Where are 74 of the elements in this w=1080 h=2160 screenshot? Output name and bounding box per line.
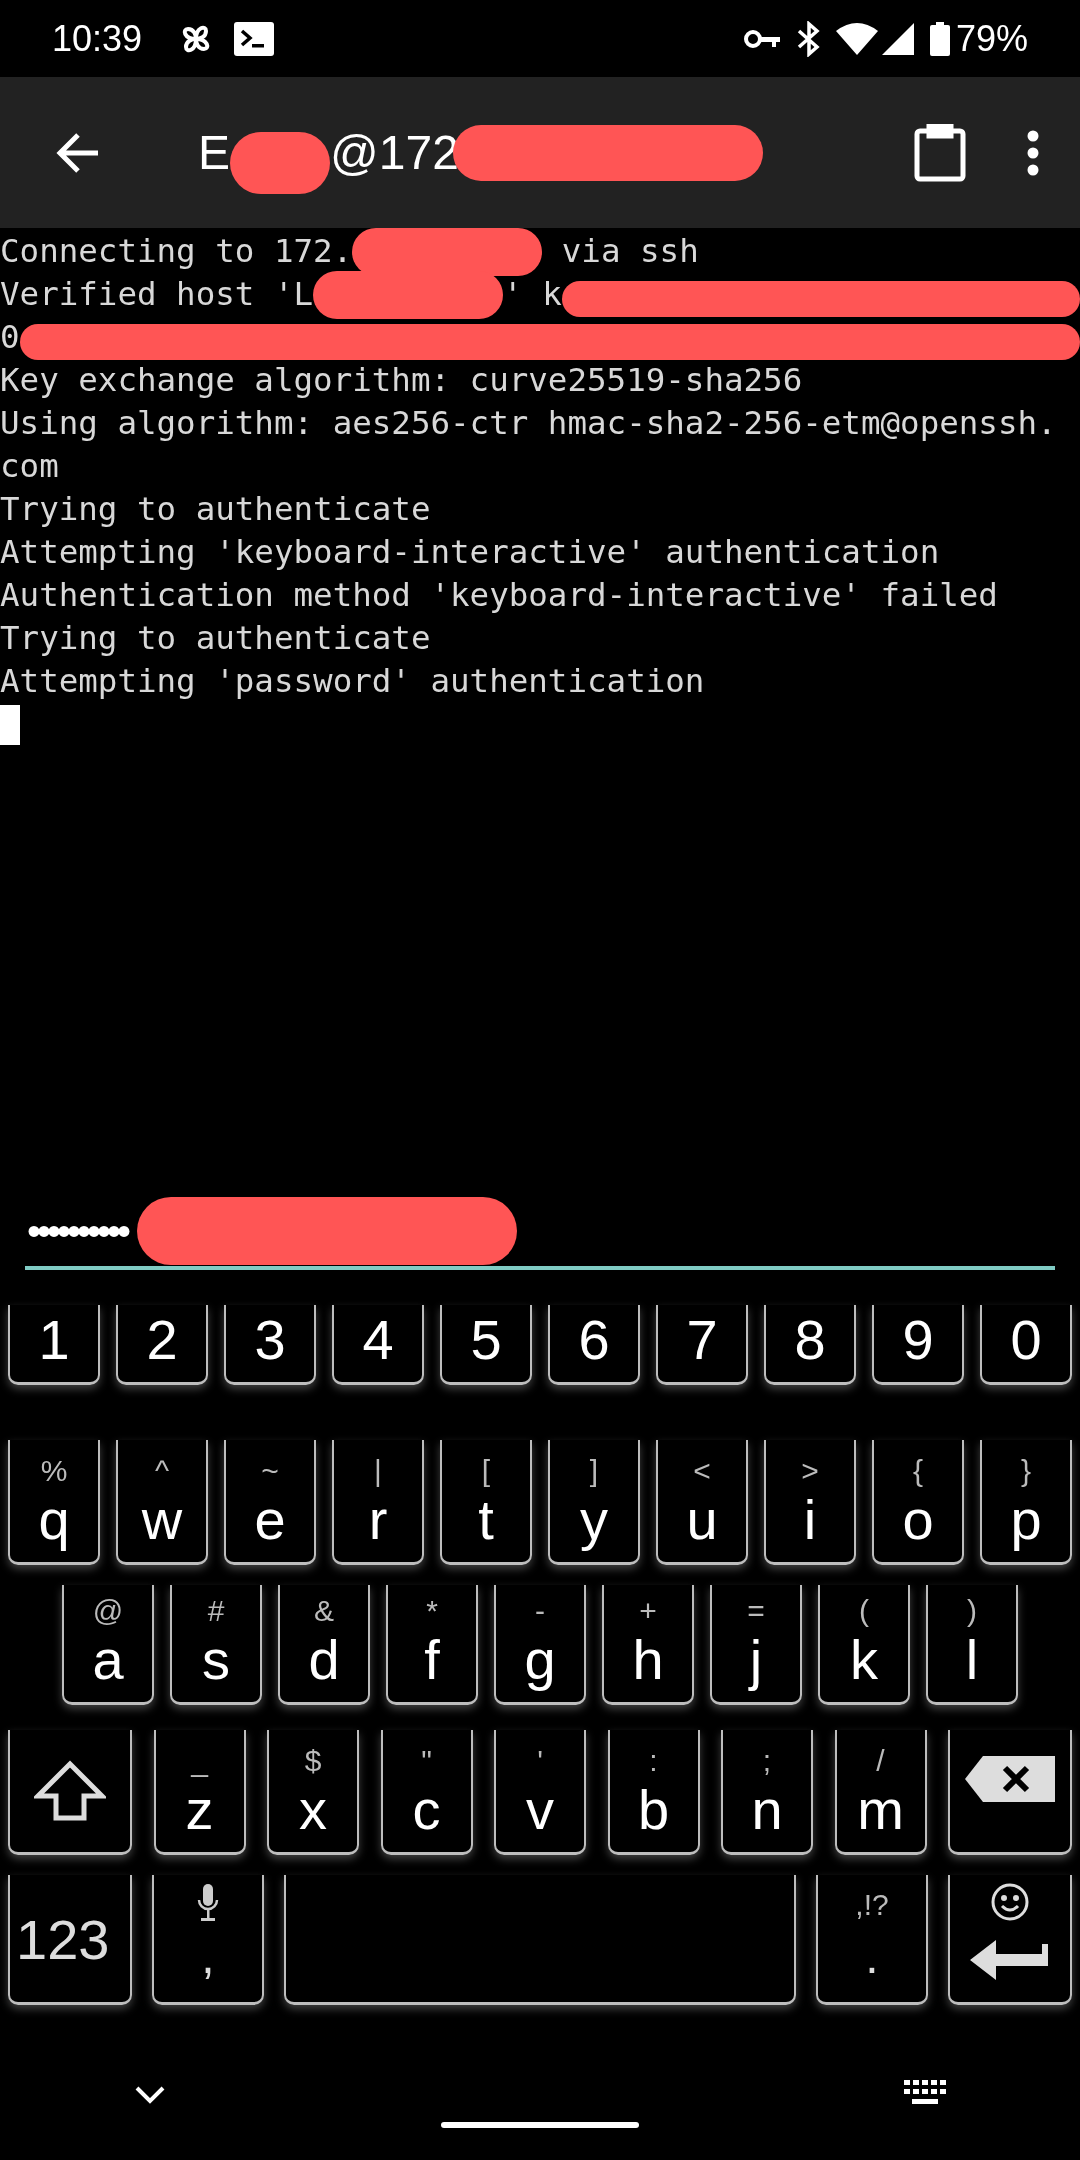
key[interactable]: - g	[494, 1585, 586, 1705]
key[interactable]: _ z	[153, 1730, 246, 1855]
key[interactable]: # s	[170, 1585, 262, 1705]
chevron-down-icon	[134, 2085, 166, 2105]
key[interactable]: 1	[8, 1305, 100, 1385]
key[interactable]: / m	[834, 1730, 927, 1855]
shift-arrow-icon	[34, 1760, 106, 1822]
smiley-icon	[990, 1882, 1030, 1922]
key[interactable]: { o	[872, 1440, 964, 1565]
key[interactable]: 7	[656, 1305, 748, 1385]
terminal-text: Attempting 'keyboard-interactive' authentication	[0, 532, 940, 573]
key[interactable]: 4	[332, 1305, 424, 1385]
key[interactable]: = j	[710, 1585, 802, 1705]
key[interactable]: ; n	[721, 1730, 813, 1855]
terminal-text: Key exchange algorithm: curve25519-sha256	[0, 360, 803, 401]
terminal-text: com	[0, 446, 59, 487]
terminal-text: Trying to authenticate	[0, 489, 431, 530]
battery-icon	[929, 21, 950, 56]
key-icon	[743, 27, 782, 50]
key[interactable]: 8	[764, 1305, 856, 1385]
key[interactable]: " c	[380, 1730, 473, 1855]
key[interactable]: 3	[224, 1305, 316, 1385]
key[interactable]: > i	[764, 1440, 856, 1565]
backspace-icon	[965, 1756, 1055, 1802]
terminal-text: Trying to authenticate	[0, 618, 431, 659]
terminal-text: via ssh	[560, 231, 699, 272]
key[interactable]: < u	[656, 1440, 748, 1565]
key[interactable]: 2	[116, 1305, 208, 1385]
key[interactable]: * f	[386, 1585, 478, 1705]
key[interactable]: ' v	[494, 1730, 586, 1855]
status-time: 10:39	[52, 16, 143, 61]
clipboard-icon	[914, 123, 966, 182]
key[interactable]: 6	[548, 1305, 640, 1385]
bluetooth-icon	[795, 20, 822, 57]
key[interactable]: 0	[980, 1305, 1072, 1385]
key[interactable]: 5	[440, 1305, 532, 1385]
enter-key[interactable]	[948, 1875, 1072, 2005]
key[interactable]: + h	[602, 1585, 694, 1705]
more-vertical-icon	[1026, 129, 1040, 176]
key[interactable]: ( k	[818, 1585, 910, 1705]
period-key[interactable]: ,!? .	[816, 1875, 928, 2005]
wifi-icon	[835, 22, 878, 55]
key[interactable]: 9	[872, 1305, 964, 1385]
microphone-icon	[197, 1884, 219, 1922]
password-field[interactable]: ••••••••••	[25, 1195, 1055, 1270]
terminal-text: Verified host 'L	[0, 274, 314, 315]
shift-key[interactable]	[8, 1730, 132, 1855]
terminal-icon	[234, 21, 275, 56]
key[interactable]: | r	[332, 1440, 424, 1565]
battery-percentage: 79%	[955, 16, 1028, 61]
comma-key[interactable]: ,	[152, 1875, 264, 2005]
key[interactable]: ) l	[926, 1585, 1018, 1705]
terminal-text: ' k	[503, 274, 562, 315]
key[interactable]: ] y	[548, 1440, 640, 1565]
key[interactable]: ^ w	[116, 1440, 208, 1565]
terminal-text: Using algorithm: aes256-ctr hmac-sha2-256-etm@openssh.	[0, 403, 1057, 444]
enter-arrow-icon	[970, 1940, 1050, 1980]
terminal-text: Connecting to 172.	[0, 231, 353, 272]
key[interactable]: & d	[278, 1585, 370, 1705]
terminal-text: 0	[0, 317, 20, 358]
key[interactable]: } p	[980, 1440, 1072, 1565]
key[interactable]: @ a	[62, 1585, 154, 1705]
key[interactable]: : b	[607, 1730, 700, 1855]
key[interactable]: $ x	[267, 1730, 359, 1855]
space-bar[interactable]	[284, 1875, 796, 2005]
backspace-key[interactable]	[948, 1730, 1072, 1855]
key[interactable]: [ t	[440, 1440, 532, 1565]
terminal-text: Authentication method 'keyboard-interactive' failed	[0, 575, 998, 616]
key[interactable]: ~ e	[224, 1440, 316, 1565]
symbols-key[interactable]: 123	[8, 1875, 132, 2005]
toolbar-title: E	[198, 124, 230, 181]
signal-icon	[881, 22, 914, 55]
key[interactable]: % q	[8, 1440, 100, 1565]
terminal-text: Attempting 'password' authentication	[0, 661, 705, 702]
